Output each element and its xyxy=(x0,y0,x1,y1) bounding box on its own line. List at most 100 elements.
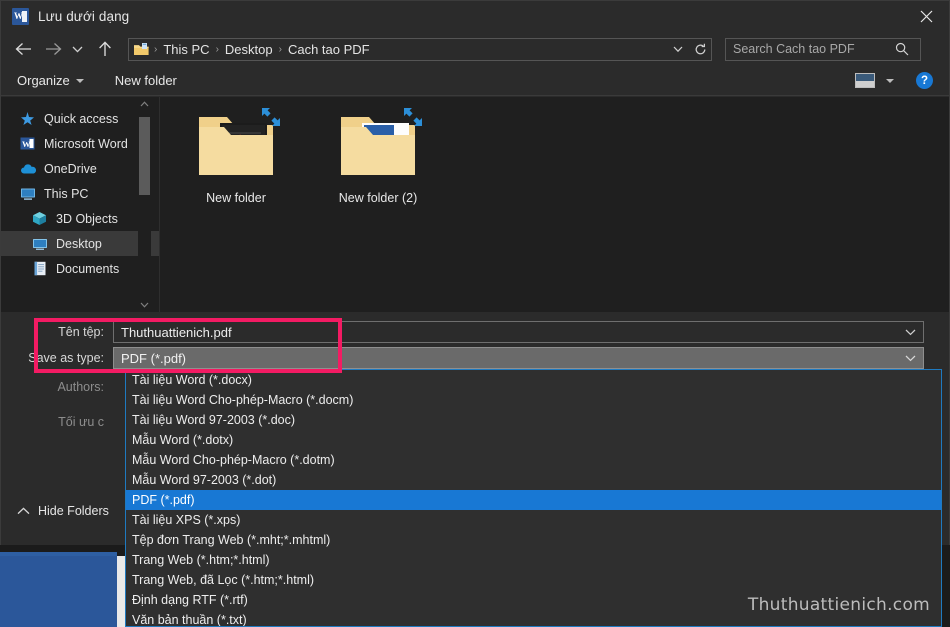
savetype-row: Save as type: PDF (*.pdf) xyxy=(1,347,949,369)
sidebar-item-label: OneDrive xyxy=(44,161,97,176)
dropdown-option[interactable]: Trang Web, đã Lọc (*.htm;*.html) xyxy=(126,570,941,590)
star-pin-icon xyxy=(19,110,36,127)
list-item[interactable]: New folder xyxy=(182,108,290,205)
caret-down-icon xyxy=(75,78,84,83)
dropdown-option[interactable]: PDF (*.pdf) xyxy=(126,490,941,510)
refresh-icon[interactable] xyxy=(689,39,711,60)
breadcrumb-item-1[interactable]: Desktop xyxy=(223,42,275,57)
filename-row: Tên tệp: Thuthuattienich.pdf xyxy=(1,321,949,343)
word-icon: W xyxy=(19,135,36,152)
navigation-pane: Quick access W Microsoft Word OneDrive T… xyxy=(1,97,160,312)
navigation-list: Quick access W Microsoft Word OneDrive T… xyxy=(1,97,159,281)
dropdown-option[interactable]: Trang Web (*.htm;*.html) xyxy=(126,550,941,570)
filename-value: Thuthuattienich.pdf xyxy=(121,324,232,340)
close-icon[interactable] xyxy=(903,1,949,32)
sidebar-item-this-pc[interactable]: This PC xyxy=(1,181,159,206)
desktop-icon xyxy=(31,235,48,252)
optimize-label: Tối ưu c xyxy=(58,415,104,429)
scroll-down-chevron-down-icon[interactable] xyxy=(138,298,151,312)
folder-icon xyxy=(133,42,150,57)
authors-label: Authors: xyxy=(57,380,104,394)
organize-label: Organize xyxy=(17,73,70,88)
savetype-value: PDF (*.pdf) xyxy=(121,350,187,366)
savetype-label: Save as type: xyxy=(28,351,104,365)
filename-input[interactable]: Thuthuattienich.pdf xyxy=(113,321,924,343)
sidebar-item-label: Quick access xyxy=(44,111,119,126)
navigation-scrollbar[interactable] xyxy=(138,97,151,312)
sidebar-item-3d-objects[interactable]: 3D Objects xyxy=(1,206,159,231)
sidebar-item-label: 3D Objects xyxy=(56,211,118,226)
address-bar[interactable]: › This PC › Desktop › Cach tao PDF xyxy=(128,37,712,61)
dropdown-option[interactable]: Tài liệu Word 97-2003 (*.doc) xyxy=(126,410,941,430)
search-input[interactable] xyxy=(726,41,889,57)
scroll-up-chevron-up-icon[interactable] xyxy=(138,97,151,111)
navigation-bar: › This PC › Desktop › Cach tao PDF xyxy=(1,32,949,66)
optimize-row: Tối ưu c xyxy=(1,415,113,429)
command-bar: Organize New folder ? xyxy=(1,66,949,96)
scrollbar-track[interactable] xyxy=(138,111,151,298)
dropdown-option[interactable]: Tệp đơn Trang Web (*.mht;*.mhtml) xyxy=(126,530,941,550)
sidebar-item-desktop[interactable]: Desktop xyxy=(1,231,159,256)
scrollbar-thumb[interactable] xyxy=(139,117,150,195)
documents-icon xyxy=(31,260,48,277)
breadcrumb-separator: › xyxy=(215,43,219,55)
cloud-icon xyxy=(19,160,36,177)
sidebar-item-quick-access[interactable]: Quick access xyxy=(1,106,159,131)
sync-compress-icon xyxy=(401,105,425,129)
savetype-dropdown[interactable]: PDF (*.pdf) xyxy=(113,347,924,369)
list-item-label: New folder (2) xyxy=(338,191,418,205)
watermark: Thuthuattienich.com xyxy=(747,595,930,615)
forward-button[interactable] xyxy=(39,35,67,63)
list-item[interactable]: New folder (2) xyxy=(324,108,432,205)
word-page-edge xyxy=(117,556,125,627)
sync-compress-icon xyxy=(259,105,283,129)
cube-icon xyxy=(31,210,48,227)
sidebar-item-label: Documents xyxy=(56,261,120,276)
dialog-body: Quick access W Microsoft Word OneDrive T… xyxy=(1,97,949,312)
word-icon: W xyxy=(12,8,29,25)
sidebar-item-microsoft-word[interactable]: W Microsoft Word xyxy=(1,131,159,156)
hide-folders-label: Hide Folders xyxy=(38,504,109,518)
hide-folders-button[interactable]: Hide Folders xyxy=(17,504,109,518)
breadcrumb-separator: › xyxy=(154,43,158,55)
dialog-title: Lưu dưới dạng xyxy=(38,9,130,24)
dropdown-option[interactable]: Tài liệu Word (*.docx) xyxy=(126,370,941,390)
dropdown-option[interactable]: Tài liệu XPS (*.xps) xyxy=(126,510,941,530)
breadcrumb-item-2[interactable]: Cach tao PDF xyxy=(286,42,372,57)
filename-label: Tên tệp: xyxy=(58,325,104,339)
chevron-up-icon xyxy=(17,504,30,518)
dialog-titlebar: W Lưu dưới dạng xyxy=(1,1,949,32)
monitor-icon xyxy=(19,185,36,202)
view-layout-icon[interactable] xyxy=(855,73,875,88)
sidebar-item-label: Desktop xyxy=(56,236,102,251)
address-chevron-down-icon[interactable] xyxy=(667,39,689,60)
savetype-chevron-down-icon[interactable] xyxy=(905,348,916,368)
filename-chevron-down-icon[interactable] xyxy=(905,322,916,342)
savetype-dropdown-list[interactable]: Tài liệu Word (*.docx) Tài liệu Word Cho-… xyxy=(125,369,942,627)
search-icon[interactable] xyxy=(889,39,915,60)
help-button[interactable]: ? xyxy=(916,72,933,89)
up-button[interactable] xyxy=(91,35,119,63)
organize-button[interactable]: Organize xyxy=(17,73,84,88)
sidebar-item-documents[interactable]: Documents xyxy=(1,256,159,281)
authors-row: Authors: xyxy=(1,380,113,394)
breadcrumb-separator: › xyxy=(278,43,282,55)
sidebar-item-label: Microsoft Word xyxy=(44,136,128,151)
word-window-panel xyxy=(0,556,117,627)
dropdown-option[interactable]: Mẫu Word Cho-phép-Macro (*.dotm) xyxy=(126,450,941,470)
list-item-label: New folder xyxy=(206,191,266,205)
file-list-pane[interactable]: New folder New folder (2) xyxy=(160,97,949,312)
back-button[interactable] xyxy=(9,35,37,63)
recent-locations-chevron-down-icon[interactable] xyxy=(67,35,87,63)
view-caret-down-icon[interactable] xyxy=(886,78,894,83)
dropdown-option[interactable]: Mẫu Word (*.dotx) xyxy=(126,430,941,450)
sidebar-item-onedrive[interactable]: OneDrive xyxy=(1,156,159,181)
folder-icon xyxy=(335,108,422,183)
folder-icon xyxy=(193,108,280,183)
breadcrumb-item-0[interactable]: This PC xyxy=(161,42,211,57)
dropdown-option[interactable]: Mẫu Word 97-2003 (*.dot) xyxy=(126,470,941,490)
sidebar-item-label: This PC xyxy=(44,186,89,201)
new-folder-button[interactable]: New folder xyxy=(115,73,177,88)
dropdown-option[interactable]: Tài liệu Word Cho-phép-Macro (*.docm) xyxy=(126,390,941,410)
search-box[interactable] xyxy=(725,37,921,61)
